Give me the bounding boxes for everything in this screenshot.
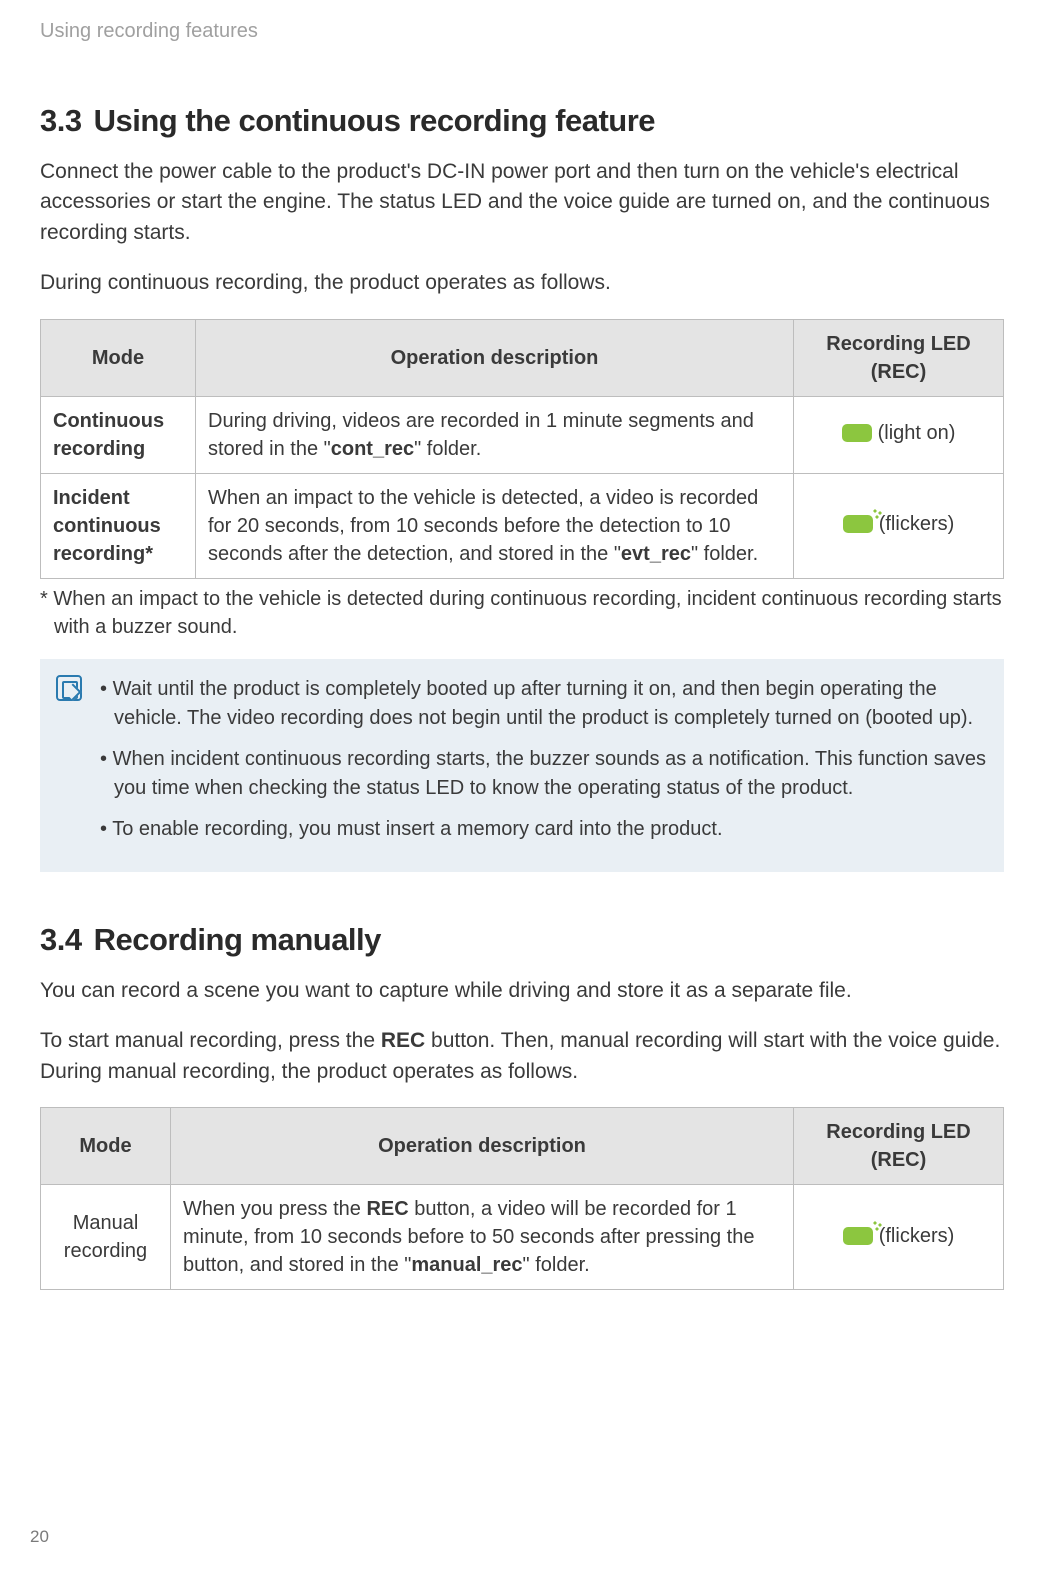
section-title: Recording manually [94,922,381,957]
th-mode: Mode [41,1108,171,1185]
led-cell: (flickers) [794,473,1004,578]
mode-cell: Manual recording [41,1185,171,1290]
led-on-icon [842,424,872,442]
desc-cell: When an impact to the vehicle is detecte… [196,473,794,578]
section-3-3-para2: During continuous recording, the product… [40,268,1004,298]
note-item: When incident continuous recording start… [100,745,986,803]
desc-text: " folder. [523,1254,590,1276]
led-flicker-icon [843,1227,873,1245]
rec-label: REC [366,1198,408,1220]
th-mode: Mode [41,319,196,396]
section-number: 3.4 [40,922,82,957]
th-led: Recording LED (REC) [794,1108,1004,1185]
section-title: Using the continuous recording feature [94,103,655,138]
section-3-4-para1: You can record a scene you want to captu… [40,976,1004,1006]
page-number: 20 [30,1527,49,1547]
folder-name: cont_rec [331,438,414,460]
manual-recording-table: Mode Operation description Recording LED… [40,1107,1004,1290]
note-item: To enable recording, you must insert a m… [100,815,986,844]
section-3-4-heading: 3.4 Recording manually [40,922,1004,958]
para-text: To start manual recording, press the [40,1029,381,1052]
desc-text: When you press the [183,1198,366,1220]
table-row: Manual recording When you press the REC … [41,1185,1004,1290]
footnote: * When an impact to the vehicle is detec… [40,585,1004,641]
table-row: Continuous recording During driving, vid… [41,396,1004,473]
folder-name: evt_rec [621,543,691,565]
desc-cell: When you press the REC button, a video w… [171,1185,794,1290]
led-cell: (light on) [794,396,1004,473]
page-header: Using recording features [40,20,1004,43]
section-number: 3.3 [40,103,82,138]
section-3-4-para2: To start manual recording, press the REC… [40,1026,1004,1087]
note-item: Wait until the product is completely boo… [100,675,986,733]
led-flicker-icon [843,515,873,533]
note-icon [56,675,82,701]
led-label: (flickers) [879,1222,955,1250]
th-desc: Operation description [196,319,794,396]
continuous-recording-table: Mode Operation description Recording LED… [40,319,1004,579]
th-desc: Operation description [171,1108,794,1185]
th-led: Recording LED (REC) [794,319,1004,396]
desc-text: " folder. [414,438,481,460]
table-row: Incident continuous recording* When an i… [41,473,1004,578]
section-3-3-para1: Connect the power cable to the product's… [40,157,1004,248]
desc-cell: During driving, videos are recorded in 1… [196,396,794,473]
rec-label: REC [381,1029,425,1052]
mode-cell: Continuous recording [41,396,196,473]
desc-text: " folder. [691,543,758,565]
section-3-3-heading: 3.3 Using the continuous recording featur… [40,103,1004,139]
mode-cell: Incident continuous recording* [41,473,196,578]
led-label: (light on) [878,419,956,447]
led-label: (flickers) [879,510,955,538]
note-box: Wait until the product is completely boo… [40,659,1004,872]
led-cell: (flickers) [794,1185,1004,1290]
folder-name: manual_rec [411,1254,522,1276]
